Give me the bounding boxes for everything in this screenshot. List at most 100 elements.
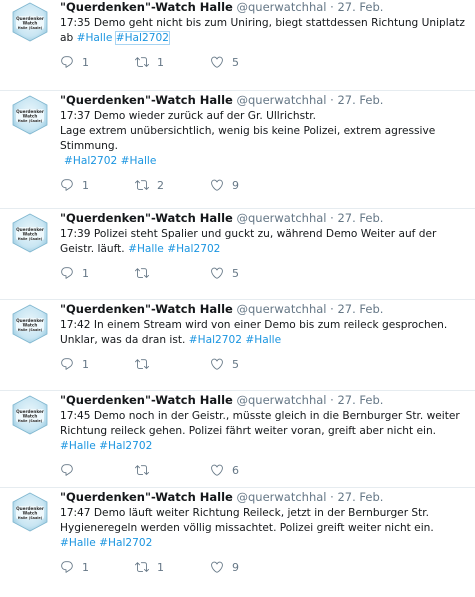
user-handle[interactable]: @querwatchhal <box>236 302 326 316</box>
avatar-column: Querdenker Watch Halle (Saale) <box>6 490 56 597</box>
tweet-text-segment: Lage extrem unübersichtlich, wenig bis k… <box>60 125 436 137</box>
tweet-header: "Querdenken"-Watch Halle @querwatchhal ·… <box>60 393 467 408</box>
avatar-column: Querdenker Watch Halle (Saale) <box>6 211 56 299</box>
display-name[interactable]: "Querdenken"-Watch Halle <box>60 393 233 407</box>
tweet-text-segment: Richtung reileck gehen. Polizei fährt we… <box>60 425 437 437</box>
tweet-header: "Querdenken"-Watch Halle @querwatchhal ·… <box>60 211 467 226</box>
reply-button[interactable] <box>60 463 135 477</box>
tweet-text-segment: 17:37 Demo wieder zurück auf der Gr. Ull… <box>60 110 316 122</box>
tweet-date[interactable]: 27. Feb. <box>337 490 383 504</box>
user-handle[interactable]: @querwatchhal <box>236 0 326 14</box>
hashtag-link[interactable]: #Halle <box>60 537 96 549</box>
tweet-actions: 1 2 9 <box>60 177 467 193</box>
like-count: 5 <box>232 357 239 371</box>
separator-dot: · <box>330 211 334 225</box>
tweet-text: 17:47 Demo läuft weiter Richtung Reileck… <box>60 506 467 551</box>
avatar-column: Querdenker Watch Halle (Saale) <box>6 0 56 90</box>
tweet-text: 17:37 Demo wieder zurück auf der Gr. Ull… <box>60 109 467 169</box>
like-button[interactable]: 5 <box>210 266 290 280</box>
reply-button[interactable]: 1 <box>60 357 135 371</box>
retweet-button[interactable] <box>135 463 210 477</box>
retweet-icon <box>135 562 149 572</box>
tweet[interactable]: Querdenker Watch Halle (Saale) "Querdenk… <box>0 209 475 300</box>
like-button[interactable]: 5 <box>210 357 290 371</box>
hashtag-link[interactable]: #Hal2702 <box>189 334 242 346</box>
reply-button[interactable]: 1 <box>60 560 135 574</box>
hashtag-link[interactable]: #Hal2702 <box>99 440 152 452</box>
tweet-actions: 1 1 5 <box>60 54 467 70</box>
like-button[interactable]: 5 <box>210 55 290 69</box>
user-handle[interactable]: @querwatchhal <box>236 211 326 225</box>
display-name[interactable]: "Querdenken"-Watch Halle <box>60 490 233 504</box>
like-button[interactable]: 9 <box>210 560 290 574</box>
display-name[interactable]: "Querdenken"-Watch Halle <box>60 0 233 14</box>
like-button[interactable]: 6 <box>210 463 290 477</box>
retweet-button[interactable]: 2 <box>135 178 210 192</box>
tweet[interactable]: Querdenker Watch Halle (Saale) "Querdenk… <box>0 300 475 391</box>
hashtag-link[interactable]: #Halle <box>245 334 281 346</box>
avatar[interactable]: Querdenker Watch Halle (Saale) <box>10 95 50 135</box>
retweet-count: 1 <box>157 560 164 574</box>
tweet[interactable]: Querdenker Watch Halle (Saale) "Querdenk… <box>0 91 475 209</box>
tweet-text-line: Geistr. läuft. #Halle #Hal2702 <box>60 242 467 257</box>
tweet-text-line: Lage extrem unübersichtlich, wenig bis k… <box>60 124 467 139</box>
avatar[interactable]: Querdenker Watch Halle (Saale) <box>10 304 50 344</box>
tweet-date[interactable]: 27. Feb. <box>337 393 383 407</box>
avatar-text-line3: Halle (Saale) <box>18 119 43 123</box>
hashtag-link[interactable]: #Halle <box>121 155 157 167</box>
tweet[interactable]: Querdenker Watch Halle (Saale) "Querdenk… <box>0 488 475 597</box>
like-button[interactable]: 9 <box>210 178 290 192</box>
avatar-text-line2: Watch <box>23 414 38 419</box>
user-handle[interactable]: @querwatchhal <box>236 393 326 407</box>
retweet-button[interactable]: 1 <box>135 55 210 69</box>
avatar-column: Querdenker Watch Halle (Saale) <box>6 93 56 208</box>
avatar[interactable]: Querdenker Watch Halle (Saale) <box>10 2 50 42</box>
hashtag-link[interactable]: #Hal2702 <box>167 243 220 255</box>
like-count: 9 <box>232 178 239 192</box>
tweet-content: "Querdenken"-Watch Halle @querwatchhal ·… <box>56 490 467 597</box>
display-name[interactable]: "Querdenken"-Watch Halle <box>60 93 233 107</box>
display-name[interactable]: "Querdenken"-Watch Halle <box>60 302 233 316</box>
display-name[interactable]: "Querdenken"-Watch Halle <box>60 211 233 225</box>
retweet-button[interactable] <box>135 357 210 371</box>
tweet-actions: 1 5 <box>60 265 467 281</box>
reply-button[interactable]: 1 <box>60 266 135 280</box>
tweet-date[interactable]: 27. Feb. <box>337 0 383 14</box>
hashtag-link[interactable]: #Halle <box>77 32 113 44</box>
like-count: 5 <box>232 266 239 280</box>
avatar-text-line2: Watch <box>23 232 38 237</box>
tweet[interactable]: Querdenker Watch Halle (Saale) "Querdenk… <box>0 0 475 91</box>
tweet-content: "Querdenken"-Watch Halle @querwatchhal ·… <box>56 93 467 208</box>
tweet-text-line: Stimmung. <box>60 139 467 154</box>
reply-button[interactable]: 1 <box>60 178 135 192</box>
user-handle[interactable]: @querwatchhal <box>236 490 326 504</box>
like-count: 6 <box>232 463 239 477</box>
avatar[interactable]: Querdenker Watch Halle (Saale) <box>10 395 50 435</box>
retweet-button[interactable]: 1 <box>135 560 210 574</box>
retweet-button[interactable] <box>135 266 210 280</box>
hashtag-link[interactable]: #Hal2702 <box>114 31 170 45</box>
tweet-content: "Querdenken"-Watch Halle @querwatchhal ·… <box>56 211 467 299</box>
tweet-text-segment: 17:35 Demo geht nicht bis zum Uniring, b… <box>60 17 465 29</box>
hashtag-link[interactable]: #Halle <box>128 243 164 255</box>
reply-button[interactable]: 1 <box>60 55 135 69</box>
avatar[interactable]: Querdenker Watch Halle (Saale) <box>10 213 50 253</box>
tweet-date[interactable]: 27. Feb. <box>337 302 383 316</box>
hashtag-link[interactable]: #Hal2702 <box>99 537 152 549</box>
hashtag-link[interactable]: #Halle <box>60 440 96 452</box>
hashtag-link[interactable]: #Hal2702 <box>64 155 117 167</box>
retweet-icon <box>135 180 149 190</box>
tweet[interactable]: Querdenker Watch Halle (Saale) "Querdenk… <box>0 391 475 488</box>
user-handle[interactable]: @querwatchhal <box>236 93 326 107</box>
avatar-column: Querdenker Watch Halle (Saale) <box>6 393 56 487</box>
tweet-text-line: 17:45 Demo noch in der Geistr., müsste g… <box>60 409 467 424</box>
retweet-count: 1 <box>157 55 164 69</box>
avatar[interactable]: Querdenker Watch Halle (Saale) <box>10 492 50 532</box>
tweet-text: 17:39 Polizei steht Spalier und guckt zu… <box>60 227 467 257</box>
tweet-date[interactable]: 27. Feb. <box>337 211 383 225</box>
heart-icon <box>211 267 223 279</box>
like-count: 9 <box>232 560 239 574</box>
tweet-date[interactable]: 27. Feb. <box>337 93 383 107</box>
avatar-text-line3: Halle (Saale) <box>18 328 43 332</box>
reply-count: 1 <box>82 178 89 192</box>
